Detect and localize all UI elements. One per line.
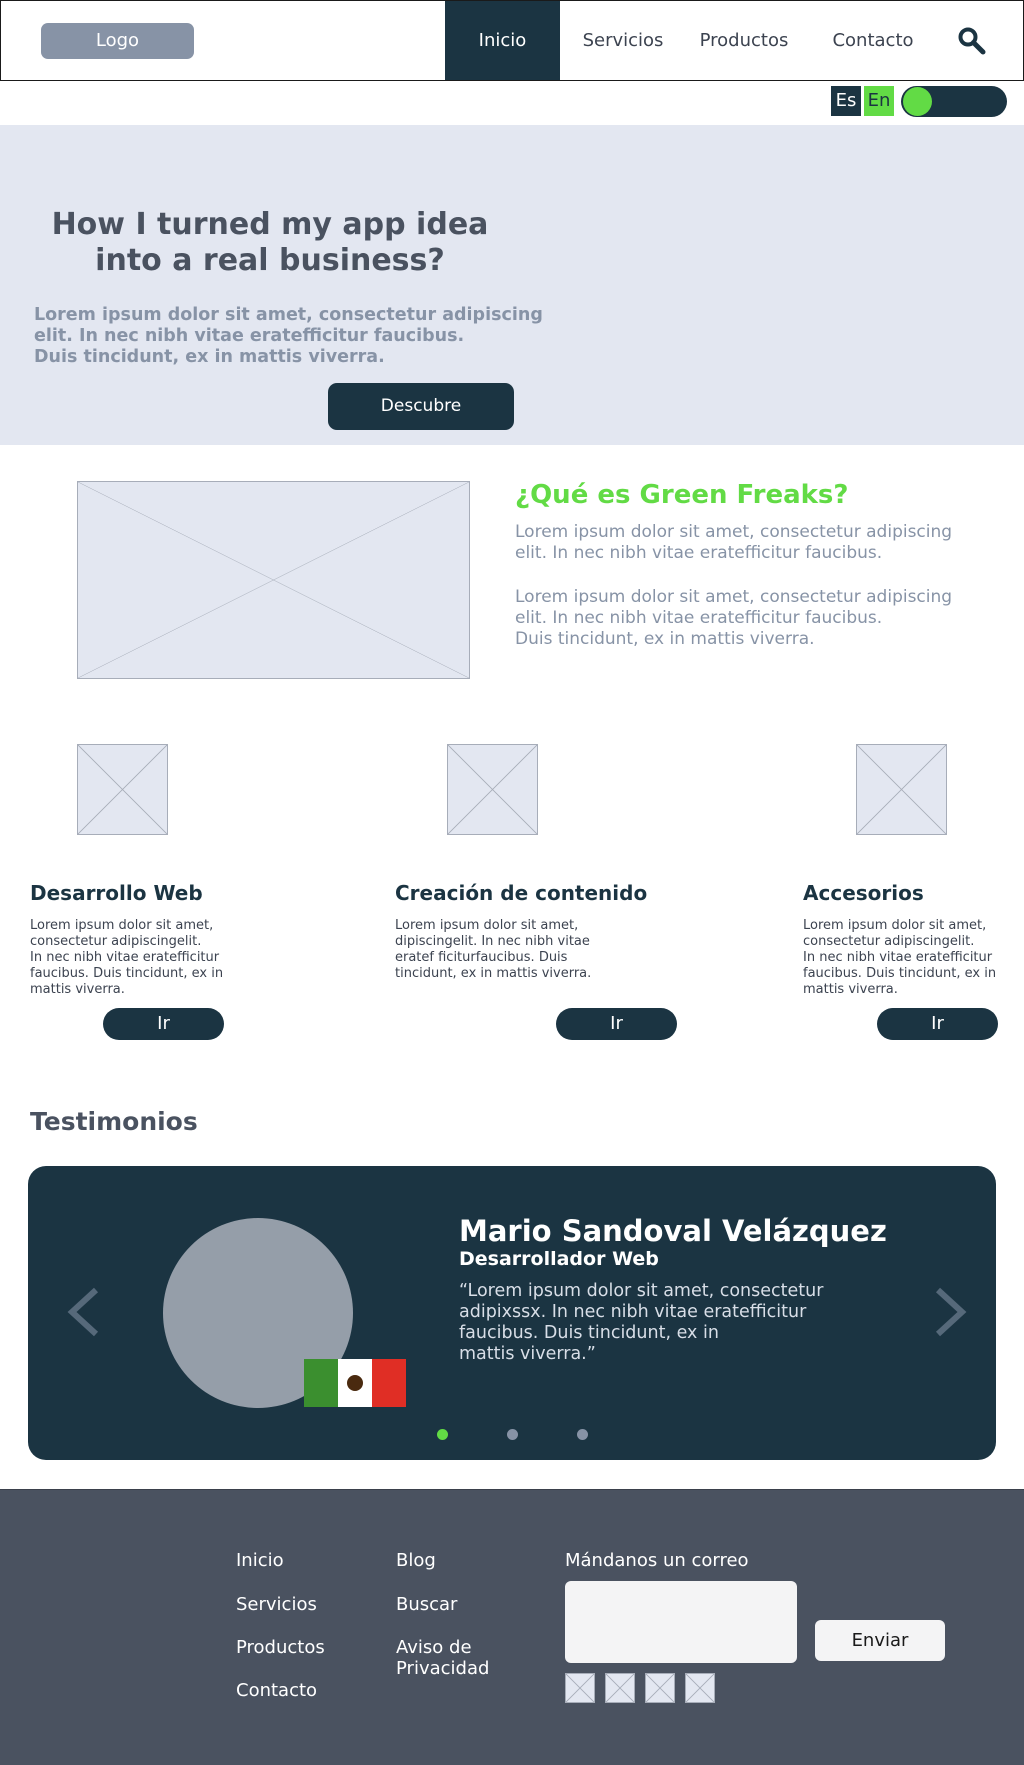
footer-link-aviso-privacidad[interactable]: Aviso de Privacidad (396, 1637, 506, 1679)
enviar-button[interactable]: Enviar (815, 1620, 945, 1661)
footer-link-buscar[interactable]: Buscar (396, 1594, 457, 1615)
chevron-left-icon[interactable] (62, 1284, 106, 1340)
service-image-placeholder (77, 744, 168, 835)
quote-line: mattis viverra.” (459, 1344, 596, 1364)
carousel-dot[interactable] (507, 1429, 518, 1440)
social-icon-placeholder[interactable] (645, 1673, 675, 1703)
hero-text-line: Lorem ipsum dolor sit amet, consectetur … (34, 305, 543, 325)
about-image-placeholder (77, 481, 470, 679)
logo[interactable]: Logo (41, 23, 194, 59)
about-paragraph-1: Lorem ipsum dolor sit amet, consectetur … (515, 522, 1005, 564)
service-title: Accesorios (803, 881, 924, 905)
footer-link-servicios[interactable]: Servicios (236, 1594, 317, 1615)
service-line: dipiscingelit. In nec nibh vitae (395, 934, 590, 949)
theme-toggle[interactable] (901, 86, 1007, 117)
toggle-knob (903, 87, 932, 116)
testimonial-quote: “Lorem ipsum dolor sit amet, consectetur… (459, 1281, 859, 1365)
about-line: Lorem ipsum dolor sit amet, consectetur … (515, 587, 953, 607)
footer-link-productos[interactable]: Productos (236, 1637, 325, 1658)
nav-item-inicio[interactable]: Inicio (445, 1, 560, 80)
about-title: ¿Qué es Green Freaks? (515, 480, 849, 510)
service-line: eratef ficiturfaucibus. Duis (395, 950, 568, 965)
footer-link-blog[interactable]: Blog (396, 1550, 436, 1571)
testimonial-name: Mario Sandoval Velázquez (459, 1214, 887, 1248)
service-text: Lorem ipsum dolor sit amet, consectetur … (30, 918, 260, 998)
service-line: consectetur adipiscingelit. (803, 934, 975, 949)
carousel-dot[interactable] (577, 1429, 588, 1440)
service-text: Lorem ipsum dolor sit amet, dipiscingeli… (395, 918, 625, 982)
about-line: Lorem ipsum dolor sit amet, consectetur … (515, 522, 953, 542)
ir-button-desarrollo-web[interactable]: Ir (103, 1008, 224, 1040)
mail-label: Mándanos un correo (565, 1550, 749, 1571)
descubre-button[interactable]: Descubre (328, 383, 514, 430)
nav-item-productos[interactable]: Productos (689, 1, 799, 80)
lang-es-button[interactable]: Es (831, 86, 861, 116)
service-line: mattis viverra. (803, 982, 898, 997)
service-line: tincidunt, ex in mattis viverra. (395, 966, 592, 981)
about-line: Duis tincidunt, ex in mattis viverra. (515, 629, 815, 649)
mexico-flag-icon (304, 1359, 406, 1407)
service-line: faucibus. Duis tincidunt, ex in (803, 966, 997, 981)
testimonial-role: Desarrollador Web (459, 1248, 659, 1270)
social-icon-placeholder[interactable] (605, 1673, 635, 1703)
search-icon[interactable] (956, 25, 988, 57)
service-text: Lorem ipsum dolor sit amet, consectetur … (803, 918, 1018, 998)
chevron-right-icon[interactable] (928, 1284, 972, 1340)
about-line: elit. In nec nibh vitae eratefficitur fa… (515, 543, 883, 563)
footer: Inicio Servicios Productos Contacto Blog… (0, 1489, 1024, 1765)
service-line: Lorem ipsum dolor sit amet, (395, 918, 579, 933)
hero-section: How I turned my app idea into a real bus… (0, 125, 1024, 445)
service-line: Lorem ipsum dolor sit amet, (30, 918, 214, 933)
service-title: Creación de contenido (395, 881, 648, 905)
ir-button-creacion-contenido[interactable]: Ir (556, 1008, 677, 1040)
hero-text: Lorem ipsum dolor sit amet, consectetur … (34, 305, 554, 368)
service-line: faucibus. Duis tincidunt, ex in (30, 966, 224, 981)
service-title: Desarrollo Web (30, 881, 203, 905)
service-image-placeholder (856, 744, 947, 835)
testimonial-carousel: Mario Sandoval Velázquez Desarrollador W… (28, 1166, 996, 1460)
service-line: Lorem ipsum dolor sit amet, (803, 918, 987, 933)
quote-line: faucibus. Duis tincidunt, ex in (459, 1323, 719, 1343)
hero-title: How I turned my app idea into a real bus… (51, 207, 489, 278)
social-icon-placeholder[interactable] (685, 1673, 715, 1703)
carousel-dot-active[interactable] (437, 1429, 448, 1440)
nav-item-contacto[interactable]: Contacto (821, 1, 925, 80)
ir-button-accesorios[interactable]: Ir (877, 1008, 998, 1040)
service-line: In nec nibh vitae eratefficitur (803, 950, 993, 965)
service-line: consectetur adipiscingelit. (30, 934, 202, 949)
lang-en-button[interactable]: En (864, 86, 894, 116)
hero-text-line: elit. In nec nibh vitae eratefficitur fa… (34, 326, 465, 346)
about-paragraph-2: Lorem ipsum dolor sit amet, consectetur … (515, 587, 1005, 650)
service-line: mattis viverra. (30, 982, 125, 997)
service-line: In nec nibh vitae eratefficitur (30, 950, 220, 965)
service-image-placeholder (447, 744, 538, 835)
email-field[interactable] (565, 1581, 797, 1663)
footer-link-inicio[interactable]: Inicio (236, 1550, 284, 1571)
hero-text-line: Duis tincidunt, ex in mattis viverra. (34, 347, 385, 367)
top-navbar: Logo Inicio Servicios Productos Contacto (0, 0, 1024, 81)
nav-item-servicios[interactable]: Servicios (573, 1, 673, 80)
quote-line: “Lorem ipsum dolor sit amet, consectetur (459, 1281, 824, 1301)
about-line: elit. In nec nibh vitae eratefficitur fa… (515, 608, 883, 628)
quote-line: adipixssx. In nec nibh vitae eratefficit… (459, 1302, 807, 1322)
testimonials-title: Testimonios (30, 1107, 198, 1136)
social-icon-placeholder[interactable] (565, 1673, 595, 1703)
footer-link-contacto[interactable]: Contacto (236, 1680, 317, 1701)
